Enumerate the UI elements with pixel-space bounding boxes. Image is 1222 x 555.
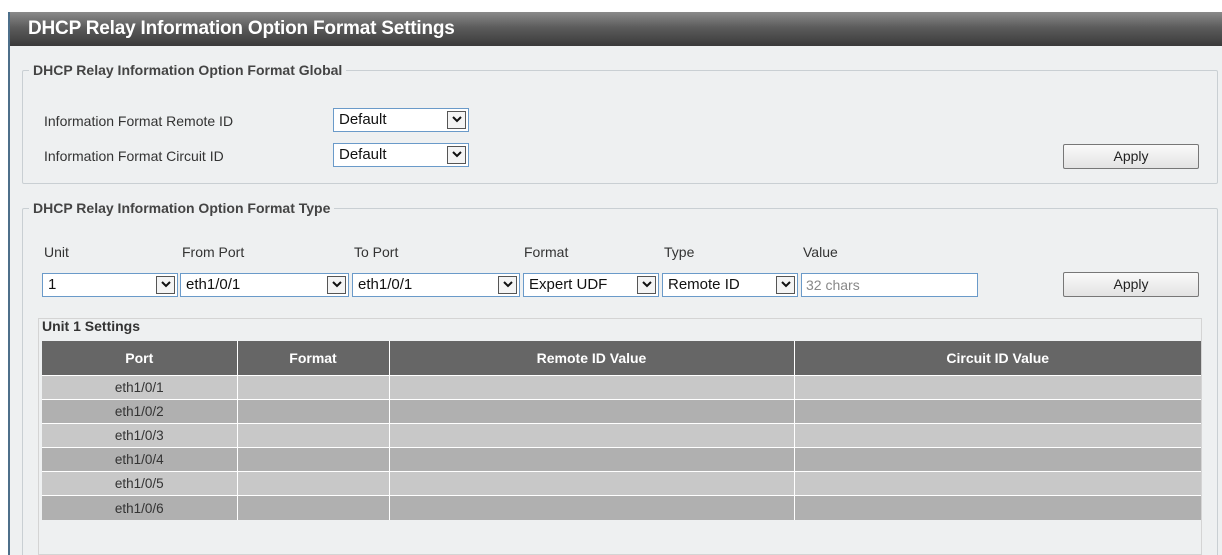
chevron-down-icon[interactable] (447, 111, 466, 129)
from-port-select[interactable]: eth1/0/1 (180, 273, 349, 297)
circuit-id-cell (794, 447, 1201, 472)
page-title: DHCP Relay Information Option Format Set… (8, 12, 1222, 46)
table-row: eth1/0/5 (42, 471, 1201, 496)
from-port-select-value: eth1/0/1 (186, 276, 241, 293)
port-cell: eth1/0/5 (42, 471, 238, 496)
to-port-header: To Port (354, 244, 399, 260)
unit-select-value: 1 (48, 276, 57, 293)
unit-header: Unit (44, 244, 69, 260)
value-input[interactable] (801, 273, 978, 297)
value-header: Value (803, 244, 838, 260)
type-legend: DHCP Relay Information Option Format Typ… (33, 200, 331, 216)
circuit-id-select-value: Default (339, 146, 387, 163)
circuit-id-label: Information Format Circuit ID (44, 148, 224, 164)
circuit-id-cell (794, 398, 1201, 424)
circuit-id-cell (794, 422, 1201, 448)
chevron-down-icon[interactable] (156, 276, 175, 294)
chevron-down-icon[interactable] (637, 276, 656, 294)
to-port-select-value: eth1/0/1 (358, 276, 413, 293)
unit-select[interactable]: 1 (42, 273, 178, 297)
format-cell (237, 374, 390, 400)
port-cell: eth1/0/4 (42, 447, 238, 472)
format-header: Format (524, 244, 569, 260)
table-row: eth1/0/2 (42, 398, 1201, 424)
type-apply-button[interactable]: Apply (1063, 272, 1199, 297)
port-cell: eth1/0/1 (42, 374, 238, 400)
global-apply-button[interactable]: Apply (1063, 144, 1199, 169)
format-cell (237, 422, 390, 448)
port-cell: eth1/0/3 (42, 422, 238, 448)
format-cell (237, 447, 390, 472)
port-column-header: Port (42, 341, 238, 375)
remote-id-cell (389, 398, 795, 424)
to-port-select[interactable]: eth1/0/1 (352, 273, 520, 297)
table-row: eth1/0/6 (42, 495, 1201, 521)
remote-id-label: Information Format Remote ID (44, 113, 234, 129)
circuit-id-select[interactable]: Default (333, 143, 469, 167)
table-row: eth1/0/1 (42, 374, 1201, 400)
circuit-id-cell (794, 471, 1201, 496)
format-select[interactable]: Expert UDF (523, 273, 659, 297)
remote-id-select-value: Default (339, 111, 387, 128)
table-row: eth1/0/3 (42, 422, 1201, 448)
circuit-id-cell (794, 495, 1201, 521)
type-select-value: Remote ID (668, 276, 740, 293)
format-cell (237, 495, 390, 521)
port-cell: eth1/0/6 (42, 495, 238, 521)
port-cell: eth1/0/2 (42, 398, 238, 424)
remote-id-select[interactable]: Default (333, 108, 469, 132)
table-row: eth1/0/4 (42, 447, 1201, 472)
type-select[interactable]: Remote ID (662, 273, 798, 297)
format-column-header: Format (237, 341, 390, 375)
remote-id-cell (389, 374, 795, 400)
type-header: Type (664, 244, 695, 260)
remote-id-cell (389, 447, 795, 472)
chevron-down-icon[interactable] (776, 276, 795, 294)
circuit-id-cell (794, 374, 1201, 400)
remote-id-cell (389, 471, 795, 496)
chevron-down-icon[interactable] (327, 276, 346, 294)
circuit-id-column-header: Circuit ID Value (794, 341, 1201, 375)
remote-id-cell (389, 495, 795, 521)
format-cell (237, 471, 390, 496)
unit-settings-title: Unit 1 Settings (42, 318, 141, 334)
chevron-down-icon[interactable] (447, 146, 466, 164)
chevron-down-icon[interactable] (498, 276, 517, 294)
format-select-value: Expert UDF (529, 276, 608, 293)
settings-table: Port Format Remote ID Value Circuit ID V… (42, 341, 1201, 521)
remote-id-column-header: Remote ID Value (389, 341, 795, 375)
global-legend: DHCP Relay Information Option Format Glo… (33, 62, 343, 78)
remote-id-cell (389, 422, 795, 448)
from-port-header: From Port (182, 244, 245, 260)
format-cell (237, 398, 390, 424)
